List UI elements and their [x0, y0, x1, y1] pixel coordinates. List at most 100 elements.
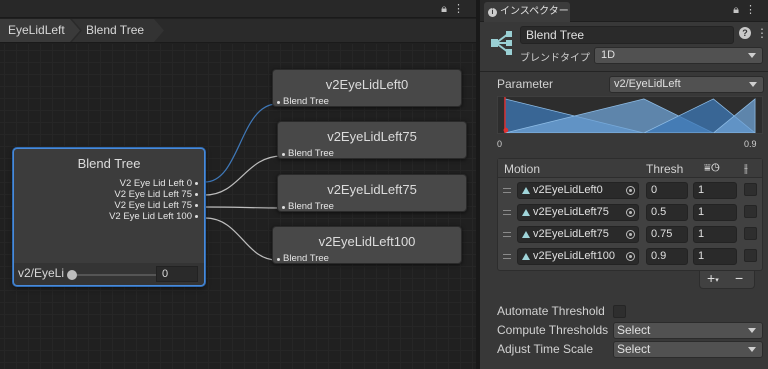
blend-tree-icon — [491, 31, 512, 55]
more-icon[interactable]: ⋮ — [745, 4, 762, 16]
node-title: Blend Tree — [77, 156, 141, 171]
add-motion-button[interactable]: +▾ — [707, 270, 719, 286]
motion-name: v2EyeLidLeft75 — [533, 228, 609, 240]
node-title: v2EyeLidLeft75 — [327, 129, 417, 144]
tab-inspector[interactable]: i インスペクター — [484, 2, 570, 22]
object-picker-icon[interactable] — [626, 208, 635, 217]
adjust-time-scale-dropdown[interactable]: Select — [613, 341, 763, 358]
output-port[interactable]: V2 Eye Lid Left 0 — [120, 178, 199, 189]
tab-label: インスペクター — [500, 6, 569, 17]
object-picker-icon[interactable] — [626, 186, 635, 195]
current-value-dot — [503, 127, 509, 133]
parameter-label: Parameter — [497, 77, 554, 91]
blend-type-dropdown[interactable]: 1D — [594, 47, 763, 64]
motion-list: Motion Thresh ⩸◷ ⫲ v2EyeLidLeft0 0 1 v2EyeL… — [497, 158, 763, 271]
mirror-checkbox[interactable] — [744, 183, 757, 196]
adjust-time-scale-value: Select — [617, 342, 651, 356]
motion-field[interactable]: v2EyeLidLeft0 — [517, 182, 639, 199]
inspector-window: i インスペクター 🔒︎⋮ Blend Tree ? ⋮ ブレンドタイプ 1D P… — [480, 0, 768, 369]
motion-field[interactable]: v2EyeLidLeft75 — [517, 204, 639, 221]
time-scale-field[interactable]: 1 — [693, 204, 737, 221]
mirror-checkbox[interactable] — [744, 227, 757, 240]
animator-header: 🔒︎⋮ — [0, 0, 476, 18]
threshold-field[interactable]: 0.75 — [646, 226, 688, 243]
blend-type-label: ブレンドタイプ — [520, 53, 590, 64]
time-scale-field[interactable]: 1 — [693, 226, 737, 243]
animator-header-icons[interactable]: 🔒︎⋮ — [441, 2, 470, 16]
parameter-slider-handle[interactable] — [67, 270, 77, 280]
breadcrumb-item-blend-tree[interactable]: Blend Tree — [72, 19, 164, 42]
mirror-checkbox[interactable] — [744, 205, 757, 218]
node-title: v2EyeLidLeft100 — [318, 234, 416, 249]
divider — [480, 71, 768, 72]
threshold-field[interactable]: 0.9 — [646, 248, 688, 265]
animator-graph-canvas[interactable]: v2EyeLidLeft0 Blend Tree v2EyeLidLeft75 … — [0, 44, 476, 369]
node-title: v2EyeLidLeft0 — [325, 77, 409, 92]
node-input-port[interactable]: Blend Tree — [282, 148, 334, 159]
motion-list-header: Motion Thresh ⩸◷ ⫲ — [498, 159, 762, 178]
time-scale-field[interactable]: 1 — [693, 182, 737, 199]
adjust-time-scale-label: Adjust Time Scale — [497, 342, 594, 356]
threshold-field[interactable]: 0 — [646, 182, 688, 199]
lock-icon[interactable]: 🔒︎ — [441, 3, 453, 15]
help-icon[interactable]: ? — [739, 27, 751, 39]
graph-max-label: 0.9 — [744, 139, 757, 149]
time-scale-field[interactable]: 1 — [693, 248, 737, 265]
child-node-1[interactable]: v2EyeLidLeft75 Blend Tree — [277, 121, 467, 159]
node-input-port[interactable]: Blend Tree — [282, 201, 334, 212]
automate-threshold-checkbox[interactable] — [613, 305, 626, 318]
lock-icon[interactable]: 🔒︎ — [733, 4, 745, 16]
inspector-header-icons[interactable]: 🔒︎⋮ — [733, 3, 762, 17]
parameter-value-field[interactable]: 0 — [156, 266, 198, 282]
animation-clip-icon — [522, 231, 530, 238]
output-port[interactable]: V2 Eye Lid Left 75 — [114, 200, 198, 211]
asset-name-field[interactable]: Blend Tree — [520, 26, 734, 44]
chevron-down-icon — [748, 53, 756, 58]
threshold-graph[interactable] — [497, 96, 763, 134]
output-port[interactable]: V2 Eye Lid Left 75 — [114, 189, 198, 200]
drag-handle-icon[interactable] — [503, 188, 511, 193]
threshold-column-header: Thresh — [646, 162, 684, 176]
chevron-down-icon — [748, 347, 756, 352]
child-node-2[interactable]: v2EyeLidLeft75 Blend Tree — [277, 174, 467, 212]
motion-name: v2EyeLidLeft100 — [533, 250, 615, 262]
drag-handle-icon[interactable] — [503, 232, 511, 237]
child-node-0[interactable]: v2EyeLidLeft0 Blend Tree — [272, 69, 462, 107]
compute-thresholds-dropdown[interactable]: Select — [613, 322, 763, 339]
drag-handle-icon[interactable] — [503, 254, 511, 259]
motion-field[interactable]: v2EyeLidLeft100 — [517, 248, 639, 265]
motion-row: v2EyeLidLeft75 0.75 1 — [498, 224, 762, 246]
automate-threshold-label: Automate Threshold — [497, 304, 605, 318]
parameter-dropdown[interactable]: v2/EyeLidLeft — [609, 76, 764, 93]
parameter-row: v2/EyeLi 0 — [14, 263, 204, 285]
remove-motion-button[interactable]: − — [735, 270, 743, 286]
chevron-down-icon — [748, 328, 756, 333]
breadcrumb: EyeLidLeft Blend Tree — [0, 19, 476, 43]
motion-column-header: Motion — [504, 162, 541, 176]
clock-speed-icon: ⩸◷ — [704, 162, 720, 174]
node-input-port[interactable]: Blend Tree — [277, 96, 329, 107]
compute-thresholds-label: Compute Thresholds — [497, 323, 609, 337]
graph-min-label: 0 — [497, 139, 503, 149]
object-picker-icon[interactable] — [626, 230, 635, 239]
mirror-checkbox[interactable] — [744, 249, 757, 262]
parameter-value: v2/EyeLidLeft — [614, 78, 681, 90]
motion-name: v2EyeLidLeft75 — [533, 206, 609, 218]
breadcrumb-item-eyelidleft[interactable]: EyeLidLeft — [0, 19, 80, 42]
add-label: + — [707, 270, 716, 286]
mirror-icon: ⫲ — [744, 161, 748, 175]
more-icon[interactable]: ⋮ — [453, 3, 470, 15]
child-node-3[interactable]: v2EyeLidLeft100 Blend Tree — [272, 226, 462, 264]
chevron-down-icon — [749, 82, 757, 87]
more-icon[interactable]: ⋮ — [756, 26, 768, 40]
inspector-tabbar: i インスペクター 🔒︎⋮ — [480, 0, 768, 22]
parameter-slider-track[interactable] — [72, 274, 162, 276]
animation-clip-icon — [522, 187, 530, 194]
blend-tree-node[interactable]: Blend Tree V2 Eye Lid Left 0 V2 Eye Lid … — [13, 148, 205, 286]
motion-field[interactable]: v2EyeLidLeft75 — [517, 226, 639, 243]
object-picker-icon[interactable] — [626, 252, 635, 261]
output-port[interactable]: V2 Eye Lid Left 100 — [109, 211, 198, 222]
node-input-port[interactable]: Blend Tree — [277, 253, 329, 264]
threshold-field[interactable]: 0.5 — [646, 204, 688, 221]
drag-handle-icon[interactable] — [503, 210, 511, 215]
